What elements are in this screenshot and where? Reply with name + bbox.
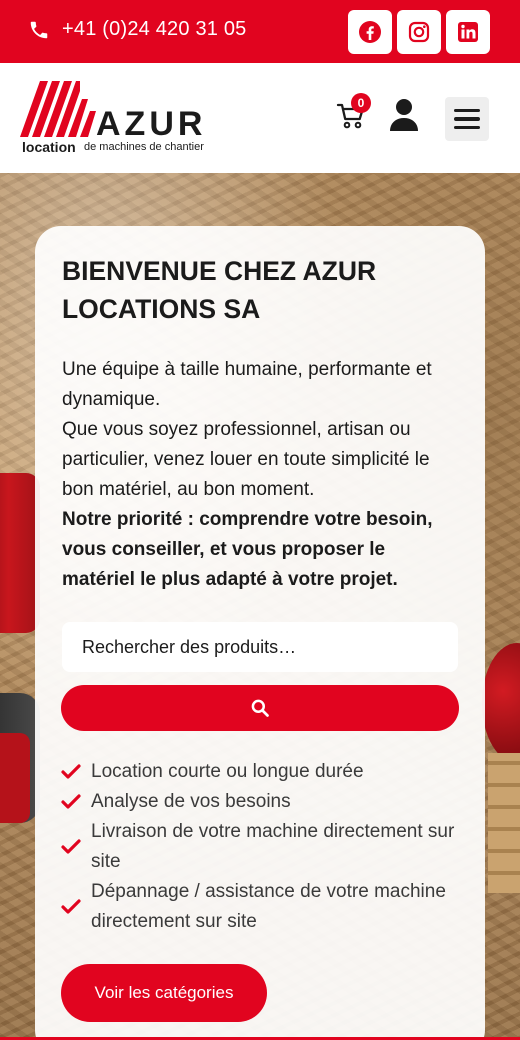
logo-mark-icon bbox=[20, 81, 96, 137]
list-item: Dépannage / assistance de votre machine … bbox=[61, 877, 461, 937]
hamburger-icon bbox=[454, 108, 480, 113]
site-header: AZUR location de machines de chantier bbox=[0, 63, 520, 173]
list-item: Analyse de vos besoins bbox=[61, 787, 461, 817]
phone-icon bbox=[30, 21, 48, 38]
instagram-link[interactable] bbox=[397, 10, 441, 54]
logo-wordmark: AZUR bbox=[96, 105, 207, 143]
site-logo[interactable]: AZUR location de machines de chantier bbox=[20, 81, 220, 157]
view-categories-button[interactable]: Voir les catégories bbox=[61, 964, 267, 1022]
facebook-icon bbox=[359, 21, 381, 43]
welcome-card: BIENVENUE CHEZ AZUR LOCATIONS SA Une équ… bbox=[35, 226, 485, 1040]
menu-toggle-button[interactable] bbox=[445, 97, 489, 141]
account-icon[interactable] bbox=[389, 98, 419, 132]
cart-count-badge: 0 bbox=[351, 93, 371, 113]
check-icon bbox=[61, 839, 81, 854]
intro-text: Une équipe à taille humaine, performante… bbox=[62, 355, 462, 595]
list-item: Location courte ou longue durée bbox=[61, 757, 461, 787]
intro-priority: Notre priorité : comprendre votre besoin… bbox=[62, 509, 433, 590]
page-title: BIENVENUE CHEZ AZUR LOCATIONS SA bbox=[62, 256, 377, 324]
drill-image bbox=[0, 473, 40, 633]
feature-list: Location courte ou longue durée Analyse … bbox=[61, 757, 461, 937]
phone-link[interactable]: +41 (0)24 420 31 05 bbox=[28, 18, 247, 41]
feature-text: Location courte ou longue durée bbox=[91, 761, 364, 782]
list-item: Livraison de votre machine directement s… bbox=[61, 817, 461, 877]
phone-number[interactable]: +41 (0)24 420 31 05 bbox=[62, 18, 247, 41]
logo-tagline: de machines de chantier bbox=[84, 141, 204, 153]
top-contact-bar: +41 (0)24 420 31 05 bbox=[0, 0, 520, 63]
instagram-icon bbox=[408, 21, 430, 43]
intro-paragraph-1: Une équipe à taille humaine, performante… bbox=[62, 359, 432, 410]
linkedin-link[interactable] bbox=[446, 10, 490, 54]
feature-text: Livraison de votre machine directement s… bbox=[91, 821, 455, 872]
feature-text: Analyse de vos besoins bbox=[91, 791, 291, 812]
check-icon bbox=[61, 899, 81, 914]
facebook-link[interactable] bbox=[348, 10, 392, 54]
wood-planks-image bbox=[488, 753, 520, 893]
intro-paragraph-2: Que vous soyez professionnel, artisan ou… bbox=[62, 419, 430, 500]
product-search-input[interactable] bbox=[62, 622, 458, 672]
logo-tagline-bold: location bbox=[22, 139, 76, 155]
saw-image bbox=[482, 643, 520, 763]
search-button[interactable] bbox=[61, 685, 459, 731]
feature-text: Dépannage / assistance de votre machine … bbox=[91, 881, 446, 932]
check-icon bbox=[61, 794, 81, 809]
check-icon bbox=[61, 764, 81, 779]
linkedin-icon bbox=[458, 22, 478, 42]
search-icon bbox=[251, 699, 269, 717]
